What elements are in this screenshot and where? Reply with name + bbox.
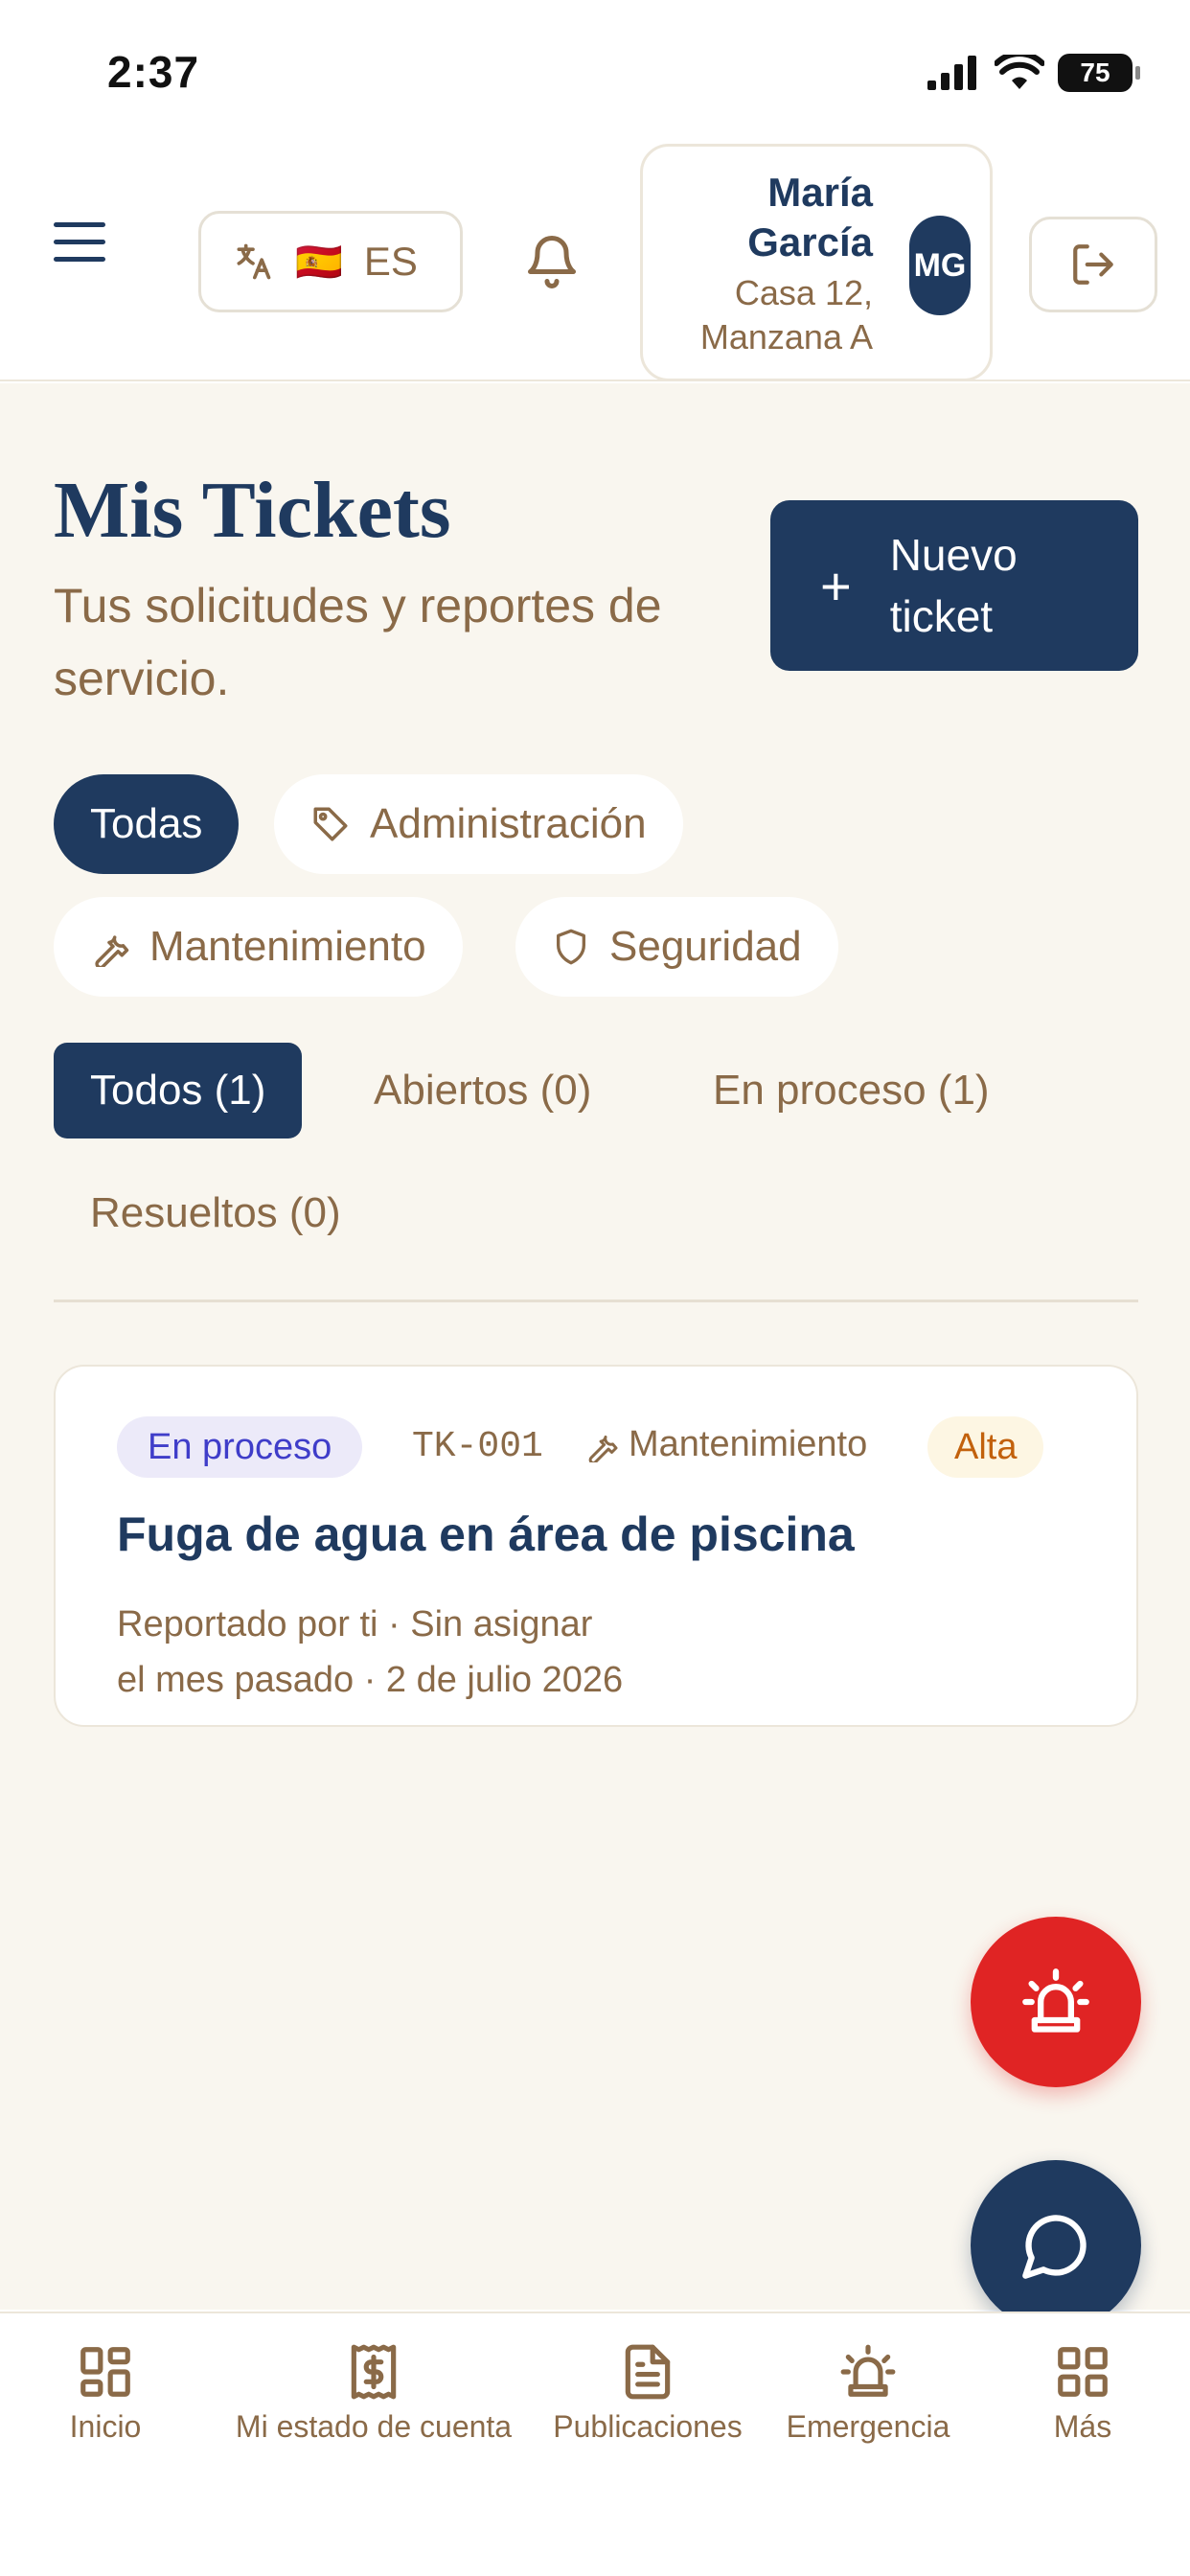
menu-icon-bar (54, 240, 105, 244)
logout-icon (1073, 244, 1113, 285)
plus-icon: + (820, 555, 852, 616)
nav-label: Emergencia (786, 2409, 950, 2444)
filter-chip-mantenimiento[interactable]: Mantenimiento (54, 897, 463, 997)
chat-fab[interactable] (971, 2160, 1141, 2331)
ticket-category: Mantenimiento (584, 1424, 867, 1465)
status-badge: En proceso (117, 1416, 363, 1478)
user-profile-card[interactable]: María García Casa 12, Manzana A MG (640, 144, 993, 381)
bottom-nav: Inicio Mi estado de cuenta Publicaciones… (0, 2312, 1190, 2576)
page-title: Mis Tickets (54, 466, 451, 555)
ticket-id: TK-001 (412, 1426, 543, 1467)
status-icons: 75 (927, 54, 1140, 92)
menu-button[interactable] (54, 222, 111, 280)
battery-indicator: 75 (1058, 54, 1140, 92)
filter-chip-administracion[interactable]: Administración (274, 774, 683, 874)
grid-icon (1058, 2347, 1108, 2397)
filter-chip-label: Seguridad (609, 923, 802, 970)
user-address: Casa 12, Manzana A (699, 273, 873, 356)
bell-icon (528, 236, 576, 288)
ticket-category-label: Mantenimiento (629, 1424, 868, 1464)
tag-icon (313, 807, 348, 841)
tab-en-proceso[interactable]: En proceso (1) (676, 1043, 1026, 1138)
filter-chip-label: Administración (370, 800, 647, 847)
ticket-card[interactable]: En proceso TK-001 Mantenimiento Alta Fug… (54, 1365, 1138, 1727)
ticket-date: el mes pasado · 2 de julio 2026 (117, 1660, 624, 1700)
grid-icon (80, 2347, 130, 2397)
notifications-button[interactable] (523, 228, 581, 295)
nav-label: Inicio (69, 2409, 142, 2444)
language-selector[interactable]: 🇪🇸 ES (198, 211, 463, 312)
filter-chip-todas[interactable]: Todas (54, 774, 240, 874)
receipt-dollar-icon (351, 2344, 397, 2400)
priority-badge: Alta (927, 1416, 1044, 1478)
document-icon (625, 2344, 671, 2400)
tabs-divider (54, 1300, 1138, 1302)
nav-item-inicio[interactable]: Inicio (61, 2342, 149, 2445)
logout-button[interactable] (1029, 217, 1157, 312)
nav-label: Mi estado de cuenta (235, 2409, 513, 2444)
translate-icon (237, 243, 271, 280)
nav-label: Publicaciones (553, 2409, 743, 2444)
language-code: ES (363, 239, 418, 284)
wrench-icon (95, 935, 129, 967)
chat-icon (1022, 2215, 1087, 2279)
ticket-reporter: Reportado por ti · Sin asignar (117, 1604, 593, 1644)
status-time: 2:37 (107, 47, 200, 97)
signal-icon (927, 56, 976, 90)
nav-item-emergencia[interactable]: Emergencia (782, 2342, 954, 2445)
menu-icon-bar (54, 257, 105, 262)
tab-abiertos[interactable]: Abiertos (0) (337, 1043, 628, 1138)
emergency-fab[interactable] (971, 1917, 1141, 2087)
shield-icon (557, 929, 585, 965)
ticket-meta: Reportado por ti · Sin asignar el mes pa… (117, 1597, 623, 1708)
app-header: 🇪🇸 ES María García Casa 12, Manzana A MG (0, 144, 1190, 381)
status-bar: 2:37 75 (0, 0, 1190, 144)
page-subtitle: Tus solicitudes y reportes de servicio. (54, 579, 662, 705)
tab-resueltos[interactable]: Resueltos (0) (54, 1165, 378, 1261)
ticket-title: Fuga de agua en área de piscina (117, 1507, 855, 1561)
nav-label: Más (1053, 2409, 1112, 2444)
tab-todos[interactable]: Todos (1) (54, 1043, 303, 1138)
menu-icon-bar (54, 222, 105, 227)
new-ticket-button[interactable]: + Nuevo ticket (770, 500, 1138, 671)
new-ticket-label: Nuevo ticket (889, 530, 1018, 641)
wifi-icon (995, 55, 1044, 89)
battery-level: 75 (1080, 58, 1110, 87)
avatar: MG (909, 216, 971, 315)
nav-item-publicaciones[interactable]: Publicaciones (544, 2342, 751, 2445)
siren-icon (1022, 1968, 1089, 2033)
nav-item-mas[interactable]: Más (1044, 2342, 1121, 2445)
filter-chip-label: Todas (90, 800, 203, 847)
siren-icon (840, 2344, 896, 2397)
user-name: María García (747, 170, 873, 264)
filter-chip-seguridad[interactable]: Seguridad (515, 897, 838, 997)
filter-chip-label: Mantenimiento (149, 923, 426, 970)
wrench-icon (588, 1435, 618, 1462)
nav-item-estado-cuenta[interactable]: Mi estado de cuenta (224, 2342, 523, 2445)
language-flag: 🇪🇸 (295, 241, 343, 284)
